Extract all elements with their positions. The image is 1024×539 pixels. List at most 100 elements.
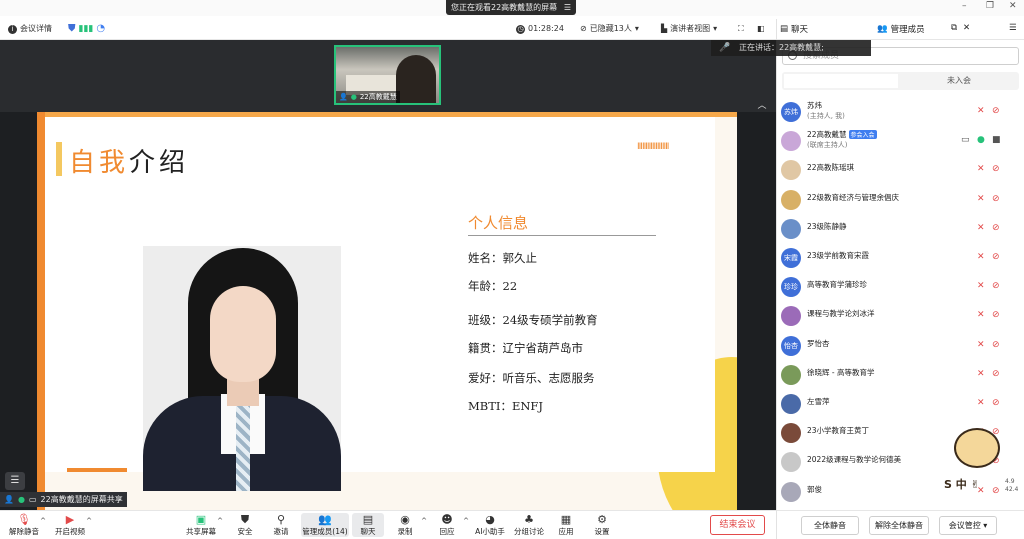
video-off-icon[interactable]: ⊘ — [992, 340, 1000, 350]
chat-button[interactable]: ▤ 聊天 — [352, 513, 384, 537]
avatar — [781, 160, 801, 181]
avatar: 苏炜 — [781, 102, 801, 122]
video-on-icon[interactable]: ■ — [992, 135, 1001, 145]
member-row[interactable]: 课程与教学论刘冰洋 ✕ ⊘ — [777, 303, 1024, 329]
metric-value: 4.9 — [1005, 478, 1015, 485]
close-icon[interactable]: ✕ — [963, 23, 970, 33]
close-icon[interactable]: ✕ — [1009, 1, 1017, 11]
member-row[interactable]: 22级教育经济与管理余倡庆 ✕ ⊘ — [777, 187, 1024, 213]
chevron-up-icon[interactable]: ^ — [421, 517, 427, 525]
security-label: 安全 — [237, 527, 253, 536]
mic-muted-icon[interactable]: ✕ — [977, 223, 985, 233]
member-row[interactable]: 宋霞 23级学前教育宋霞 ✕ ⊘ — [777, 245, 1024, 271]
meeting-details-button[interactable]: i 会议详情 — [8, 23, 52, 35]
popout-icon[interactable]: ⧉ — [951, 23, 957, 33]
mic-muted-icon[interactable]: ✕ — [977, 398, 985, 408]
fullscreen-icon[interactable]: ⛶ — [738, 23, 744, 35]
chevron-up-icon[interactable]: ^ — [217, 517, 223, 525]
mic-muted-icon[interactable]: ✕ — [977, 310, 985, 320]
thumbnail-name: 22高教戴慧 — [359, 93, 397, 101]
video-off-icon[interactable]: ⊘ — [992, 223, 1000, 233]
chevron-up-icon[interactable]: ^ — [463, 517, 469, 525]
member-row[interactable]: 23级陈静静 ✕ ⊘ — [777, 216, 1024, 242]
slide-title-rest: 介绍 — [129, 148, 190, 178]
slide-decoration: IIIIIIIIIIIIIIIIIII — [637, 142, 669, 152]
share-screen-button[interactable]: ▣ 共享屏幕 ^ — [183, 513, 223, 537]
mic-muted-icon[interactable]: ✕ — [977, 106, 985, 116]
menu-icon[interactable]: ☰ — [564, 0, 571, 15]
security-status-icons[interactable]: ⛊ ▮▮▮ ◔ — [68, 23, 105, 35]
settings-button[interactable]: ⚙ 设置 — [584, 513, 620, 537]
manage-members-button[interactable]: 👥 管理成员(14) — [301, 513, 349, 537]
restore-icon[interactable]: ❐ — [986, 1, 994, 11]
video-off-icon[interactable]: ⊘ — [992, 310, 1000, 320]
mic-on-icon[interactable]: ● — [977, 135, 985, 145]
video-off-icon[interactable]: ⊘ — [992, 194, 1000, 204]
member-row[interactable]: 22高教陈瑶琪 ✕ ⊘ — [777, 157, 1024, 183]
member-name-text: 苏炜 — [807, 101, 822, 110]
member-row[interactable]: 左雪萍 ✕ ⊘ — [777, 391, 1024, 417]
mic-icon: 🎤 — [719, 43, 731, 53]
unmute-button[interactable]: 🎙 解除静音 ^ — [6, 513, 46, 537]
avatar — [781, 218, 801, 239]
ai-assistant-label: AI小助手 — [475, 527, 505, 536]
security-button[interactable]: ⛊ 安全 — [227, 513, 263, 537]
mic-muted-icon[interactable]: ✕ — [977, 194, 985, 204]
meeting-control-button[interactable]: 会议管控 ▾ — [939, 516, 997, 535]
video-off-icon[interactable]: ⊘ — [992, 252, 1000, 262]
minimize-icon[interactable]: – — [962, 1, 967, 11]
react-button[interactable]: ☻ 回应 ^ — [429, 513, 470, 537]
mute-all-button[interactable]: 全体静音 — [801, 516, 859, 535]
hidden-participants-button[interactable]: ⊘ 已隐藏13人 ▾ — [580, 23, 639, 35]
floating-sticker[interactable]: S 中 ✌ — [944, 422, 1014, 494]
chevron-up-icon[interactable]: ^ — [86, 517, 92, 525]
chevron-up-icon[interactable]: ^ — [40, 517, 46, 525]
list-icon[interactable]: ☰ — [5, 472, 25, 490]
tab-members-label: 管理成员 — [890, 25, 925, 35]
mic-muted-icon[interactable]: ✕ — [977, 252, 985, 262]
panel-bottom-bar: 全体静音 解除全体静音 会议管控 ▾ — [777, 510, 1024, 539]
member-row[interactable]: 22高教戴慧 参会入会 (联席主持人) ▭ ● ■ — [777, 128, 1024, 154]
tab-not-joined[interactable]: 未入会 — [900, 72, 1018, 90]
tab-members[interactable]: 👥 管理成员 — [877, 23, 925, 35]
mic-muted-icon[interactable]: ✕ — [977, 164, 985, 174]
tab-chat[interactable]: ▤ 聊天 — [780, 23, 808, 35]
participant-video-thumbnail[interactable]: 👤 ● 22高教戴慧 — [334, 45, 441, 105]
member-name: 23级陈静静 — [807, 221, 847, 232]
member-row[interactable]: 苏炜 苏炜 (主持人, 我) ✕ ⊘ — [777, 99, 1024, 125]
mic-muted-icon[interactable]: ✕ — [977, 281, 985, 291]
end-meeting-button[interactable]: 结束会议 — [710, 515, 765, 535]
apps-button[interactable]: ▦ 应用 — [548, 513, 584, 537]
avatar — [781, 452, 801, 473]
info-age: 年龄：22 — [468, 279, 518, 293]
breakout-button[interactable]: ♣ 分组讨论 — [511, 513, 547, 537]
member-name: 徐晓辉 - 高等教育学 — [807, 367, 874, 378]
mic-muted-icon[interactable]: ✕ — [977, 369, 985, 379]
unmute-all-button[interactable]: 解除全体静音 — [869, 516, 929, 535]
video-off-icon[interactable]: ⊘ — [992, 369, 1000, 379]
settings-label: 设置 — [594, 527, 610, 536]
member-row[interactable]: 徐晓辉 - 高等教育学 ✕ ⊘ — [777, 362, 1024, 388]
member-filter-tabs: 未入会 — [782, 72, 1019, 90]
video-off-icon[interactable]: ⊘ — [992, 398, 1000, 408]
more-menu-icon[interactable]: ☰ — [1009, 23, 1017, 33]
thumbnail-label: 👤 ● 22高教戴慧 — [336, 91, 400, 103]
chevron-up-icon[interactable]: ︿ — [754, 98, 770, 112]
mic-muted-icon[interactable]: ✕ — [977, 340, 985, 350]
video-off-icon[interactable]: ⊘ — [992, 106, 1000, 116]
side-layout-icon[interactable]: ◧ — [757, 23, 765, 35]
record-button[interactable]: ◉ 录制 ^ — [387, 513, 428, 537]
eye-off-icon: ⊘ — [580, 24, 587, 33]
portrait-photo — [143, 246, 341, 491]
video-off-icon[interactable]: ⊘ — [992, 281, 1000, 291]
invite-button[interactable]: ⚲ 邀请 — [263, 513, 299, 537]
avatar — [781, 394, 801, 414]
video-off-icon[interactable]: ⊘ — [992, 164, 1000, 174]
member-row[interactable]: 怡杏 罗怡杏 ✕ ⊘ — [777, 333, 1024, 359]
member-row[interactable]: 珍珍 高等教育学蒲珍珍 ✕ ⊘ — [777, 274, 1024, 300]
avatar: 珍珍 — [781, 277, 801, 298]
tab-joined[interactable] — [784, 74, 898, 88]
start-video-button[interactable]: ▶ 开启视频 ^ — [52, 513, 92, 537]
ai-assistant-button[interactable]: ◕ AI小助手 — [472, 513, 508, 537]
view-mode-button[interactable]: ▙ 演讲者视图 ▾ — [661, 23, 717, 35]
